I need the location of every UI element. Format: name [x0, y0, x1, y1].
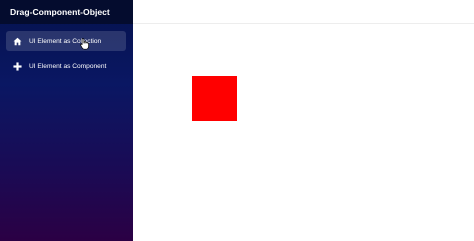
top-bar	[133, 0, 474, 24]
sidebar-header: Drag-Component-Object	[0, 0, 133, 24]
sidebar: Drag-Component-Object UI Element as Coll…	[0, 0, 133, 241]
sidebar-nav: UI Element as Collection UI Element as C…	[0, 31, 133, 76]
home-icon	[12, 36, 22, 46]
draggable-red-box[interactable]	[192, 76, 237, 121]
hand-cursor-icon	[80, 38, 89, 50]
main-content	[133, 0, 474, 241]
sidebar-item-label: UI Element as Collection	[29, 37, 102, 45]
sidebar-item-label: UI Element as Component	[29, 62, 107, 70]
sidebar-item-ui-element-as-component[interactable]: UI Element as Component	[6, 56, 126, 76]
app-window: Drag-Component-Object UI Element as Coll…	[0, 0, 474, 241]
sidebar-item-ui-element-as-collection[interactable]: UI Element as Collection	[6, 31, 126, 51]
app-title: Drag-Component-Object	[10, 7, 110, 17]
plus-icon	[12, 61, 22, 71]
